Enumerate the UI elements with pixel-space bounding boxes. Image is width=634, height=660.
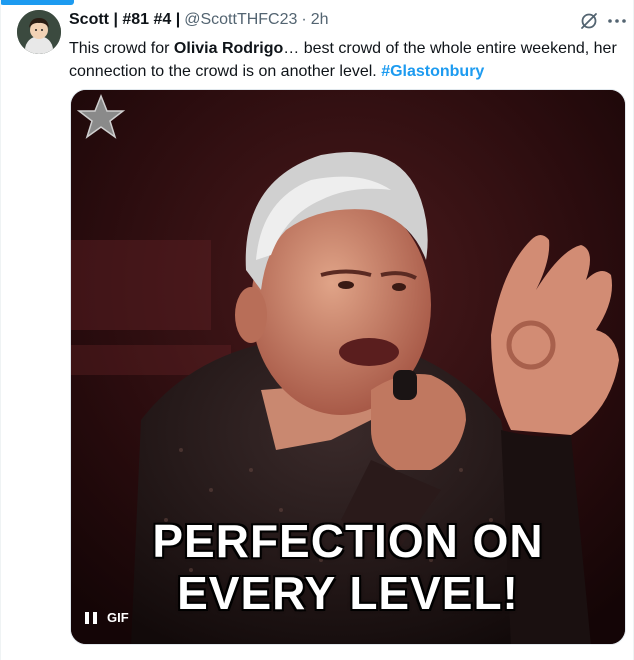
timeline-left-border <box>0 0 1 660</box>
tweet-text-part1: This crowd for <box>69 40 174 57</box>
gif-caption-line2: EVERY LEVEL! <box>177 567 519 619</box>
pause-icon[interactable] <box>85 611 97 625</box>
gif-badge: GIF <box>107 610 129 625</box>
grok-icon[interactable] <box>578 10 600 32</box>
author-avatar[interactable] <box>17 10 61 54</box>
tweet-text-bold: Olivia Rodrigo <box>173 40 284 57</box>
more-options-icon[interactable] <box>606 10 628 32</box>
tweet-timestamp[interactable]: 2h <box>311 11 329 29</box>
tweet-header: Scott | #81 #4 | @ScottTHFC23 · 2h <box>69 11 574 29</box>
author-handle[interactable]: @ScottTHFC23 <box>184 11 297 29</box>
author-display-name[interactable]: Scott | #81 #4 | <box>69 11 180 29</box>
header-separator: · <box>301 11 307 28</box>
tweet-text: This crowd for Olivia Rodrigo… best crow… <box>69 37 624 83</box>
hashtag-link[interactable]: #Glastonbury <box>381 63 484 80</box>
active-tab-indicator <box>0 0 74 5</box>
gif-controls: GIF <box>85 610 129 625</box>
gif-media[interactable]: PERFECTION ON EVERY LEVEL! GIF <box>70 89 626 645</box>
gif-caption-line1: PERFECTION ON <box>152 515 544 567</box>
